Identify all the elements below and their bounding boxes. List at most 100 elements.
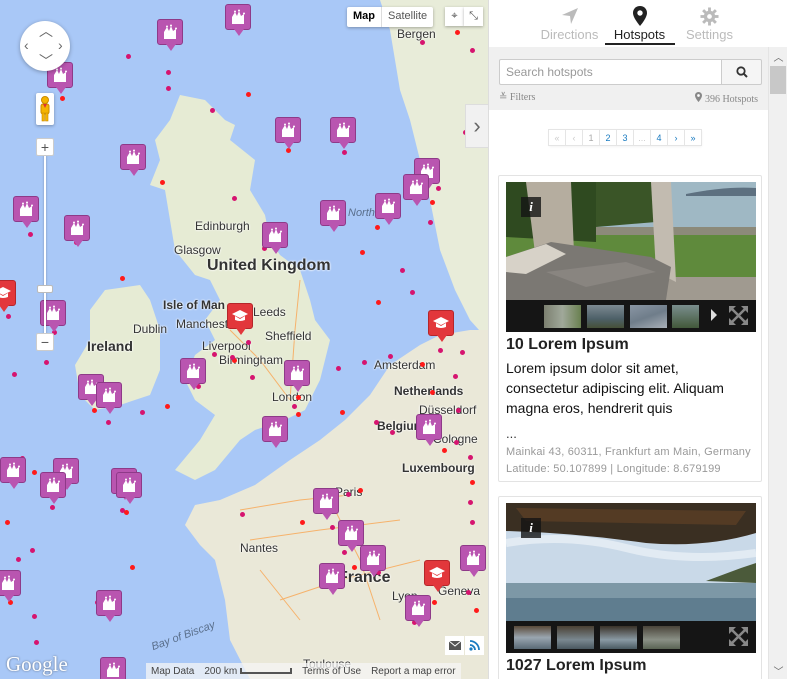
terms-link[interactable]: Terms of Use xyxy=(297,666,366,677)
hotspot-dot[interactable] xyxy=(376,300,381,305)
hotspot-dot[interactable] xyxy=(340,410,345,415)
hotspot-dot[interactable] xyxy=(32,470,37,475)
hotspot-dot[interactable] xyxy=(106,420,111,425)
hotspot-marker[interactable] xyxy=(262,222,288,254)
hotspot-dot[interactable] xyxy=(432,600,437,605)
hotspot-marker[interactable] xyxy=(330,117,356,149)
hotspot-dot[interactable] xyxy=(330,525,335,530)
hotspot-dot[interactable] xyxy=(436,186,441,191)
hotspot-dot[interactable] xyxy=(455,30,460,35)
hotspot-dot[interactable] xyxy=(120,276,125,281)
rss-button[interactable] xyxy=(465,636,484,655)
hotspot-marker[interactable] xyxy=(64,215,90,247)
fullscreen-icon[interactable] xyxy=(729,306,748,325)
hotspot-dot[interactable] xyxy=(374,420,379,425)
hotspot-dot[interactable] xyxy=(442,448,447,453)
hotspot-dot[interactable] xyxy=(34,640,39,645)
hotspot-dot[interactable] xyxy=(468,500,473,505)
filters-toggle[interactable]: ≚ Filters xyxy=(499,92,535,103)
map-type-satellite-button[interactable]: Satellite xyxy=(382,7,433,27)
hotspot-marker[interactable] xyxy=(405,595,431,627)
hotspot-dot[interactable] xyxy=(165,404,170,409)
hotspot-dot[interactable] xyxy=(342,150,347,155)
hotspot-dot[interactable] xyxy=(160,180,165,185)
thumbnail[interactable] xyxy=(600,626,637,649)
hotspot-dot[interactable] xyxy=(126,54,131,59)
page-prev[interactable]: ‹ xyxy=(565,129,583,146)
hotspot-marker[interactable] xyxy=(180,358,206,390)
zoom-out-button[interactable]: − xyxy=(36,333,54,351)
hotspot-marker[interactable] xyxy=(13,196,39,228)
results-list[interactable]: « ‹ 1 2 3 ... 4 › » i 10 Lorem Ipsum Lor… xyxy=(489,110,768,679)
hotspot-marker[interactable] xyxy=(116,472,142,504)
hotspot-marker[interactable] xyxy=(338,520,364,552)
hotspot-marker[interactable] xyxy=(416,414,442,446)
cluster-marker[interactable] xyxy=(424,560,450,592)
fullscreen-icon[interactable] xyxy=(729,627,748,646)
hotspot-dot[interactable] xyxy=(454,440,459,445)
zoom-slider-track[interactable] xyxy=(44,153,46,336)
hotspot-dot[interactable] xyxy=(50,505,55,510)
thumbnail[interactable] xyxy=(514,626,551,649)
tab-directions[interactable]: Directions xyxy=(535,0,605,47)
hotspot-dot[interactable] xyxy=(456,408,461,413)
hotspot-dot[interactable] xyxy=(346,492,351,497)
hotspot-marker[interactable] xyxy=(460,545,486,577)
panel-scrollbar[interactable]: ︿ ﹀ xyxy=(768,47,787,679)
hotspot-photo[interactable]: i xyxy=(506,503,756,621)
hotspot-dot[interactable] xyxy=(400,268,405,273)
hotspot-dot[interactable] xyxy=(428,220,433,225)
street-view-pegman[interactable] xyxy=(36,93,54,125)
hotspot-dot[interactable] xyxy=(6,314,11,319)
page-last[interactable]: » xyxy=(684,129,702,146)
hotspot-dot[interactable] xyxy=(336,366,341,371)
hotspot-dot[interactable] xyxy=(470,48,475,53)
email-share-button[interactable] xyxy=(445,636,464,655)
hotspot-dot[interactable] xyxy=(474,608,479,613)
hotspot-dot[interactable] xyxy=(420,40,425,45)
map-data-link[interactable]: Map Data xyxy=(146,666,199,677)
search-button[interactable] xyxy=(722,59,762,85)
hotspot-dot[interactable] xyxy=(166,86,171,91)
exit-fullscreen-button[interactable]: ⤡ xyxy=(464,7,483,26)
hotspot-dot[interactable] xyxy=(246,340,251,345)
thumbnail[interactable] xyxy=(630,305,667,328)
hotspot-marker[interactable] xyxy=(225,4,251,36)
scroll-up-icon[interactable]: ︿ xyxy=(769,49,787,65)
hotspot-dot[interactable] xyxy=(240,512,245,517)
thumbnail[interactable] xyxy=(643,626,680,649)
thumbnail[interactable] xyxy=(672,305,699,328)
hotspot-dot[interactable] xyxy=(28,232,33,237)
hotspot-dot[interactable] xyxy=(375,225,380,230)
hotspot-dot[interactable] xyxy=(470,520,475,525)
zoom-slider-handle[interactable] xyxy=(37,285,53,293)
report-error-link[interactable]: Report a map error xyxy=(366,666,460,677)
hotspot-marker[interactable] xyxy=(0,457,26,489)
hotspot-dot[interactable] xyxy=(300,520,305,525)
hotspot-dot[interactable] xyxy=(250,375,255,380)
hotspot-marker[interactable] xyxy=(275,117,301,149)
hotspot-dot[interactable] xyxy=(230,355,235,360)
hotspot-dot[interactable] xyxy=(166,70,171,75)
hotspot-dot[interactable] xyxy=(296,395,301,400)
hotspot-dot[interactable] xyxy=(466,590,471,595)
hotspot-photo[interactable]: i xyxy=(506,182,756,300)
page-4[interactable]: 4 xyxy=(650,129,668,146)
scroll-thumb[interactable] xyxy=(770,66,786,94)
hotspot-marker[interactable] xyxy=(375,193,401,225)
hotspot-marker[interactable] xyxy=(360,545,386,577)
search-input[interactable] xyxy=(499,59,722,85)
pan-down-icon[interactable]: ﹀ xyxy=(39,54,53,68)
cluster-marker[interactable] xyxy=(227,303,253,335)
hotspot-title[interactable]: 10 Lorem Ipsum xyxy=(506,336,754,354)
zoom-in-button[interactable]: + xyxy=(36,138,54,156)
map-type-map-button[interactable]: Map xyxy=(347,7,382,27)
pan-left-icon[interactable]: ‹ xyxy=(24,38,29,52)
hotspot-marker[interactable] xyxy=(157,19,183,51)
hotspot-marker[interactable] xyxy=(96,590,122,622)
cluster-marker[interactable] xyxy=(0,280,16,312)
hotspot-dot[interactable] xyxy=(468,455,473,460)
hotspot-dot[interactable] xyxy=(92,408,97,413)
hotspot-dot[interactable] xyxy=(420,362,425,367)
hotspot-marker[interactable] xyxy=(313,488,339,520)
